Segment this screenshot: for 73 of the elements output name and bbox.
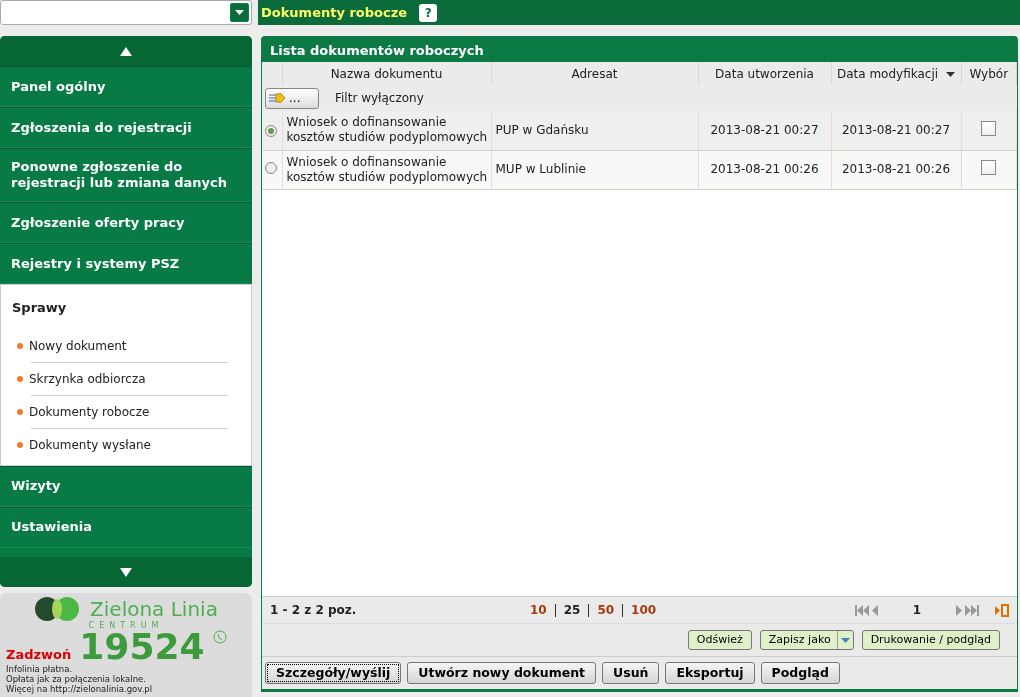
panel-title: Lista dokumentów roboczych [262,37,1017,62]
submenu-item[interactable]: Dokumenty robocze [29,402,150,421]
column-header[interactable]: Data modyfikacji [831,62,961,85]
action-button[interactable]: Szczegóły/wyślij [265,662,402,684]
panel-toggle-icon[interactable] [995,603,1009,617]
brand-name: Zielona Linia [90,598,218,620]
page-size-option[interactable]: 50 [597,601,615,619]
dropdown-toggle-icon [836,631,853,649]
submenu-item[interactable]: Nowy dokument [29,336,127,355]
menu-item[interactable]: Zgłoszenie oferty pracy [0,202,252,243]
action-button[interactable]: Usuń [602,662,660,684]
radio-button[interactable] [265,161,277,174]
filter-arrow-icon [269,93,285,103]
table-cell: 2013-08-21 00:26 [841,162,951,176]
first-page-icon[interactable] [855,604,881,616]
page-size-option[interactable]: 25 [563,601,581,619]
menu-item[interactable]: Wizyty [0,465,252,507]
column-header[interactable]: Nazwa dokumentu [282,62,491,85]
action-button[interactable]: Eksportuj [665,662,755,684]
table-cell: Wniosek o dofinansowanie kosztów studiów podyplomowych [286,115,488,145]
column-header[interactable]: Data utworzenia [698,62,831,85]
radio-button[interactable] [265,124,277,137]
page-size-option[interactable]: 100 [631,601,657,619]
down-arrow-icon [120,567,132,577]
action-button[interactable]: Utwórz nowy dokument [407,662,597,684]
separator [554,603,556,617]
brand-subtitle: CENTRUM [88,621,164,630]
action-button[interactable]: Drukowanie / podgląd [861,630,1000,650]
caret-icon [235,10,244,15]
promo-text: Infolinia płatna. [6,664,74,674]
table-cell: 2013-08-21 00:27 [841,122,951,137]
page-number: 1 [911,602,923,619]
action-button[interactable]: Odśwież [687,630,752,650]
phone-number: 19524 [79,630,205,664]
checkbox[interactable] [981,160,997,175]
pagination-info: 1 - 2 z 2 poz. [270,602,358,619]
menu-item[interactable]: Zgłoszenia do rejestracji [0,107,252,148]
menu-item[interactable]: Ustawienia [0,506,252,548]
up-arrow-icon [120,46,132,56]
separator [622,603,624,617]
submenu-item[interactable]: Skrzynka odbiorcza [29,369,146,388]
page-size-option[interactable]: 10 [530,601,547,619]
submenu-item[interactable]: Dokumenty wysłane [29,435,151,454]
table-cell: Wniosek o dofinansowanie kosztów studiów podyplomowych [286,154,488,184]
bullet-icon [17,441,23,448]
column-header[interactable]: Adresat [491,62,698,85]
separator [588,603,590,617]
table-cell: 2013-08-21 00:26 [710,162,819,176]
page-title: Dokumenty robocze [261,3,408,22]
table-cell: PUP w Gdańsku [495,122,589,137]
dropdown-button[interactable] [230,3,249,22]
bullet-icon [17,375,23,382]
filter-button[interactable]: ... [265,87,319,109]
help-button[interactable]: ? [419,3,438,22]
bullet-icon [17,342,23,349]
menu-section-title[interactable]: Sprawy [12,293,240,330]
call-label: Zadzwoń [6,645,72,664]
filter-status: Filtr wyłączony [335,90,424,106]
promo-text: Więcej na http://zielonalinia.gov.pl [6,684,154,694]
sort-icon [946,71,956,77]
table-cell: MUP w Lublinie [495,162,586,176]
action-button[interactable]: Podgląd [760,662,840,684]
bullet-icon [17,408,23,415]
promo-text: Opłata jak za połączenia lokalne. [6,674,147,684]
menu-item[interactable]: Panel ogólny [0,66,252,107]
phone-icon [212,630,227,644]
last-page-icon[interactable] [953,604,979,616]
menu-item[interactable]: Ponowne zgłoszenie do rejestracji lub zmiana danych [0,148,252,202]
checkbox[interactable] [981,120,997,136]
column-header[interactable]: Wybór [961,62,1017,85]
table-cell: 2013-08-21 00:27 [710,122,819,137]
menu-select[interactable] [0,0,252,25]
action-button[interactable]: Zapisz jako [759,630,854,650]
